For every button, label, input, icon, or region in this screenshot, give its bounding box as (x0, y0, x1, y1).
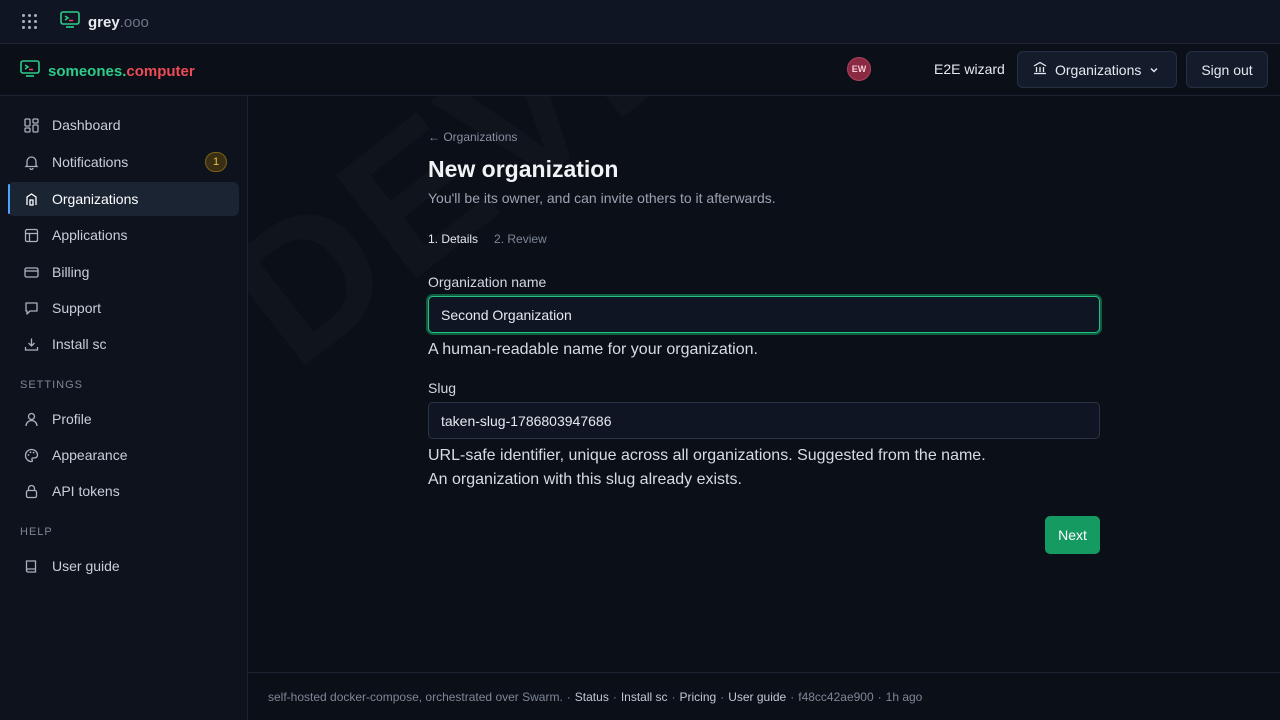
apps-grid-icon[interactable] (22, 14, 38, 30)
org-name-input[interactable] (428, 296, 1100, 333)
site-header: someones. computer EW E2E wizard Organiza… (0, 44, 1280, 96)
sidebar-item-label: User guide (52, 558, 120, 574)
download-icon (23, 336, 39, 352)
sidebar-item-label: Install sc (52, 336, 107, 352)
footer-separator: · (566, 689, 571, 704)
chevron-down-icon (1149, 62, 1159, 78)
step-details[interactable]: 1. Details (428, 232, 478, 246)
dashboard-icon (23, 117, 39, 133)
wizard-steps: 1. Details 2. Review (428, 232, 547, 246)
grey-brand[interactable]: grey .ooo (60, 11, 149, 34)
page-subtitle: You'll be its owner, and can invite othe… (428, 190, 776, 206)
brand-name-bold: grey (88, 14, 120, 31)
sidebar-item-billing[interactable]: Billing (8, 255, 239, 289)
site-brand-part2: computer (126, 63, 195, 80)
building-icon (23, 191, 39, 207)
slug-help: URL-safe identifier, unique across all o… (428, 447, 986, 464)
main-content: DEVELOPMENT ← Organizations New organiza… (248, 96, 1280, 672)
step-review[interactable]: 2. Review (494, 232, 547, 246)
monitor-icon (60, 11, 80, 34)
credit-card-icon (23, 264, 39, 280)
brand-name-light: .ooo (119, 14, 149, 31)
chat-bubble-icon (23, 300, 39, 316)
sidebar-item-support[interactable]: Support (8, 291, 239, 325)
book-icon (23, 558, 39, 574)
sidebar-item-api-tokens[interactable]: API tokens (8, 474, 239, 508)
footer-link-status[interactable]: Status (575, 690, 609, 704)
footer-separator: · (790, 689, 795, 704)
environment-watermark: DEVELOPMENT (248, 96, 1280, 408)
footer-description: self-hosted docker-compose, orchestrated… (268, 689, 563, 704)
user-icon (23, 411, 39, 427)
organizations-button-label: Organizations (1055, 61, 1142, 78)
sign-out-button[interactable]: Sign out (1186, 51, 1268, 88)
sidebar-item-label: Dashboard (52, 117, 121, 133)
footer-separator: · (720, 689, 725, 704)
sidebar-item-label: Notifications (52, 154, 129, 170)
sidebar-item-organizations[interactable]: Organizations (8, 182, 239, 216)
sidebar-item-notifications[interactable]: Notifications 1 (8, 145, 239, 179)
top-bar: grey .ooo (0, 0, 1280, 44)
user-name: E2E wizard (934, 61, 1005, 77)
back-to-organizations-link[interactable]: ← Organizations (428, 130, 517, 144)
sidebar-item-install-sc[interactable]: Install sc (8, 327, 239, 361)
sidebar-item-dashboard[interactable]: Dashboard (8, 108, 239, 142)
building-icon (1033, 61, 1047, 78)
org-name-label: Organization name (428, 274, 547, 290)
settings-section-label: SETTINGS (20, 379, 84, 391)
organizations-dropdown-button[interactable]: Organizations (1017, 51, 1177, 88)
footer-separator: · (671, 689, 676, 704)
sidebar-item-label: Applications (52, 227, 128, 243)
sidebar-item-label: Support (52, 300, 102, 316)
help-section-label: HELP (20, 526, 53, 538)
next-button[interactable]: Next (1045, 516, 1100, 554)
slug-label: Slug (428, 380, 457, 396)
sidebar-item-user-guide[interactable]: User guide (8, 549, 239, 583)
palette-icon (23, 447, 39, 463)
sidebar-item-label: API tokens (52, 483, 120, 499)
footer-link-install-sc[interactable]: Install sc (621, 690, 668, 704)
terminal-icon (20, 60, 40, 83)
footer-separator: · (612, 689, 617, 704)
sidebar: Dashboard Notifications 1 Organizations … (0, 96, 248, 720)
notification-count-badge: 1 (205, 152, 227, 172)
sidebar-item-label: Organizations (52, 191, 139, 207)
bell-icon (23, 154, 39, 170)
lock-icon (23, 483, 39, 499)
site-brand-part1: someones (48, 63, 123, 80)
sidebar-item-label: Appearance (52, 447, 128, 463)
slug-input[interactable] (428, 402, 1100, 439)
sidebar-item-appearance[interactable]: Appearance (8, 438, 239, 472)
footer-link-pricing[interactable]: Pricing (680, 690, 717, 704)
site-brand[interactable]: someones. computer (20, 60, 195, 83)
page-title: New organization (428, 156, 619, 182)
footer-commit-hash: f48cc42ae900 (798, 689, 874, 704)
applications-icon (23, 227, 39, 243)
footer-age: 1h ago (885, 689, 923, 704)
footer-link-user-guide[interactable]: User guide (728, 690, 786, 704)
footer-separator: · (877, 689, 882, 704)
sidebar-item-label: Billing (52, 264, 90, 280)
sidebar-item-applications[interactable]: Applications (8, 218, 239, 252)
sidebar-item-profile[interactable]: Profile (8, 402, 239, 436)
footer: self-hosted docker-compose, orchestrated… (248, 672, 1280, 720)
avatar[interactable]: EW (847, 57, 871, 81)
org-name-help: A human-readable name for your organizat… (428, 341, 758, 358)
sidebar-item-label: Profile (52, 411, 92, 427)
slug-error: An organization with this slug already e… (428, 471, 742, 488)
